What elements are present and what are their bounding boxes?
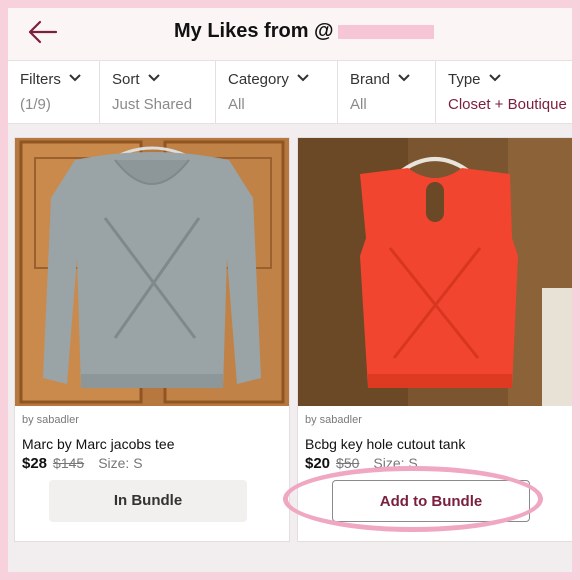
filter-type[interactable]: Type Closet + Boutique	[435, 61, 572, 123]
filter-category-value: All	[228, 96, 245, 113]
page-title: My Likes from @	[174, 20, 434, 43]
filter-filters[interactable]: Filters (1/9)	[8, 61, 99, 123]
filter-bar: Filters (1/9) Sort Just Shared Category …	[8, 60, 572, 124]
app-frame: My Likes from @ Filters (1/9) Sort Just …	[8, 8, 572, 572]
filter-category[interactable]: Category All	[215, 61, 337, 123]
price-row: $20 $50 Size: S	[305, 455, 418, 472]
product-photo-image	[298, 138, 572, 406]
price: $20	[305, 455, 331, 472]
size: Size: S	[98, 455, 143, 471]
product-name[interactable]: Marc by Marc jacobs tee	[22, 436, 175, 452]
add-to-bundle-button[interactable]: Add to Bundle	[332, 480, 530, 522]
price-row: $28 $145 Size: S	[22, 455, 143, 472]
chevron-down-icon	[398, 74, 410, 82]
chevron-down-icon	[69, 74, 81, 82]
redacted-username	[337, 24, 434, 39]
page-title-text: My Likes from @	[174, 20, 334, 42]
filter-sort-label: Sort	[112, 71, 140, 88]
filter-brand[interactable]: Brand All	[337, 61, 435, 123]
product-card: by sabadler Bcbg key hole cutout tank $2…	[297, 137, 572, 542]
product-name[interactable]: Bcbg key hole cutout tank	[305, 436, 465, 452]
filter-filters-label: Filters	[20, 71, 61, 88]
price: $28	[22, 455, 48, 472]
filter-sort-value: Just Shared	[112, 96, 193, 113]
filter-filters-value: (1/9)	[20, 96, 51, 113]
filter-type-value: Closet + Boutique	[448, 96, 567, 113]
product-photo[interactable]	[298, 138, 572, 406]
filter-brand-value: All	[350, 96, 367, 113]
filter-brand-label: Brand	[350, 71, 391, 88]
seller-name: by sabadler	[22, 414, 79, 426]
product-photo[interactable]	[15, 138, 289, 406]
in-bundle-button[interactable]: In Bundle	[49, 480, 247, 522]
filter-type-label: Type	[448, 71, 481, 88]
original-price: $50	[336, 455, 360, 471]
product-card: by sabadler Marc by Marc jacobs tee $28 $…	[14, 137, 290, 542]
chevron-down-icon	[488, 74, 501, 82]
original-price: $145	[53, 455, 85, 471]
header: My Likes from @	[8, 8, 572, 60]
product-photo-image	[15, 138, 289, 406]
filter-category-label: Category	[228, 71, 289, 88]
size: Size: S	[373, 455, 418, 471]
filter-sort[interactable]: Sort Just Shared	[99, 61, 215, 123]
chevron-down-icon	[147, 74, 160, 82]
seller-name: by sabadler	[305, 414, 362, 426]
chevron-down-icon	[297, 74, 309, 82]
back-arrow-icon[interactable]	[26, 18, 60, 46]
